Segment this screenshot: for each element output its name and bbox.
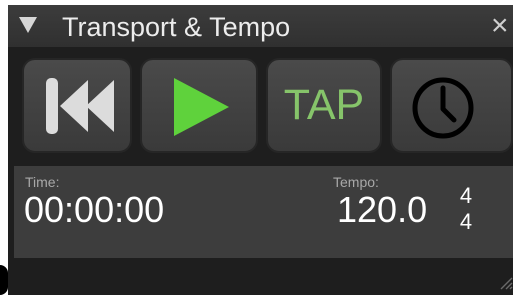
time-signature-denominator[interactable]: 4 [458,209,474,235]
panel-title-bar: Transport & Tempo × [8,5,513,47]
play-icon [174,78,229,136]
tempo-label: Tempo: [333,174,379,190]
clock-button[interactable] [390,58,513,153]
time-label: Time: [25,174,60,190]
tap-tempo-button[interactable]: TAP [266,58,382,153]
play-button[interactable] [140,58,258,153]
close-icon[interactable]: × [491,9,513,43]
rewind-button[interactable] [22,58,132,153]
panel-title: Transport & Tempo [62,12,291,42]
skip-to-start-icon [46,78,114,134]
tempo-value[interactable]: 120.0 [337,189,427,231]
clock-icon [412,77,474,139]
resize-grip-icon[interactable] [497,274,513,295]
time-value: 00:00:00 [24,189,165,230]
time-signature-numerator[interactable]: 4 [458,183,474,209]
left-edge-fragment [0,265,8,295]
transport-display: Time: 00:00:00 Tempo: 120.0 4 4 [14,166,513,258]
collapse-triangle-icon[interactable] [19,17,37,33]
tap-label: TAP [283,81,365,129]
